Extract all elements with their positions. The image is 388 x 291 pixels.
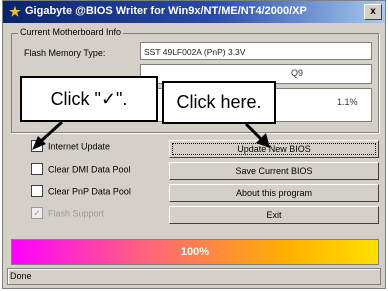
flash-support-label: Flash Support xyxy=(48,208,105,219)
flash-support-checkbox: ✓ xyxy=(31,207,43,219)
bios-writer-window: ★ Gigabyte @BIOS Writer for Win9x/NT/ME/… xyxy=(2,0,386,289)
group-legend: Current Motherboard Info xyxy=(18,27,124,37)
app-icon: ★ xyxy=(9,4,21,19)
clear-pnp-checkbox[interactable] xyxy=(31,185,43,197)
flash-memory-label: Flash Memory Type: xyxy=(24,48,106,58)
clear-dmi-checkbox[interactable] xyxy=(31,163,43,175)
exit-button[interactable]: Exit xyxy=(169,206,379,224)
close-button[interactable]: x xyxy=(364,4,382,20)
status-text: Done xyxy=(10,271,32,281)
internet-update-label: Internet Update xyxy=(48,141,111,152)
status-bar: Done xyxy=(7,268,381,285)
window-title: Gigabyte @BIOS Writer for Win9x/NT/ME/NT… xyxy=(25,5,307,17)
clear-pnp-label: Clear PnP Data Pool xyxy=(48,186,131,197)
update-new-bios-button[interactable]: Update New BIOS xyxy=(169,140,379,158)
info-fragment-2: 1.1% xyxy=(337,97,358,107)
save-current-bios-button[interactable]: Save Current BIOS xyxy=(169,162,379,180)
about-program-button[interactable]: About this program xyxy=(169,184,379,202)
progress-bar: 100% xyxy=(11,239,379,265)
info-fragment-1: Q9 xyxy=(291,68,304,78)
callout-click-here: Click here. xyxy=(162,81,276,124)
internet-update-checkbox[interactable] xyxy=(31,140,43,152)
callout-click-check: Click "✓". xyxy=(20,76,158,122)
flash-memory-value: SST 49LF002A (PnP) 3.3V xyxy=(140,42,372,60)
clear-dmi-label: Clear DMI Data Pool xyxy=(48,164,131,175)
flash-support-option: ✓ Flash Support xyxy=(31,207,105,224)
progress-text: 100% xyxy=(180,246,210,258)
title-bar[interactable]: ★ Gigabyte @BIOS Writer for Win9x/NT/ME/… xyxy=(3,1,385,23)
clear-pnp-option[interactable]: Clear PnP Data Pool xyxy=(31,185,131,202)
internet-update-option[interactable]: Internet Update xyxy=(31,140,111,157)
clear-dmi-option[interactable]: Clear DMI Data Pool xyxy=(31,163,131,180)
